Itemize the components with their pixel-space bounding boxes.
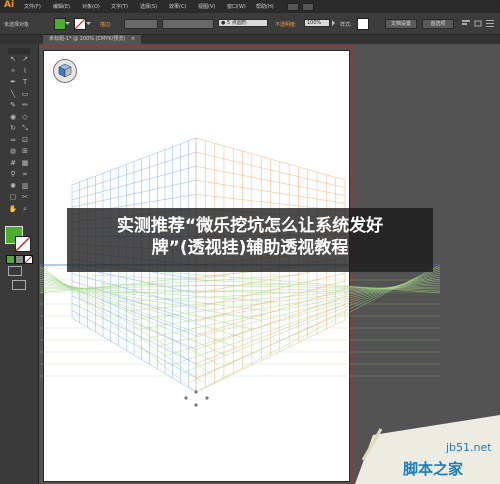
grid-cell-size-widget[interactable] [194, 403, 198, 407]
grid-origin-widget[interactable] [194, 390, 198, 394]
perspective-grid-floor [39, 264, 441, 393]
cube-icon [58, 63, 72, 78]
watermark-site-name: 脚本之家 [403, 460, 464, 478]
left-grid-extent-widget[interactable] [184, 396, 188, 400]
article-title-line2: 牌”(透视挂)辅助透视教程 [151, 238, 349, 258]
grid-line [123, 282, 441, 312]
article-title-overlay: 实测推荐“微乐挖坑怎么让系统发好 牌”(透视挂)辅助透视教程 [67, 208, 433, 272]
right-grid-extent-widget[interactable] [205, 396, 209, 400]
plane-switching-widget[interactable] [53, 59, 77, 83]
grid-line [99, 283, 441, 290]
watermark-url: jb51.net [446, 441, 492, 454]
grid-line [91, 274, 441, 292]
article-title-line1: 实测推荐“微乐挖坑怎么让系统发好 [116, 216, 384, 236]
